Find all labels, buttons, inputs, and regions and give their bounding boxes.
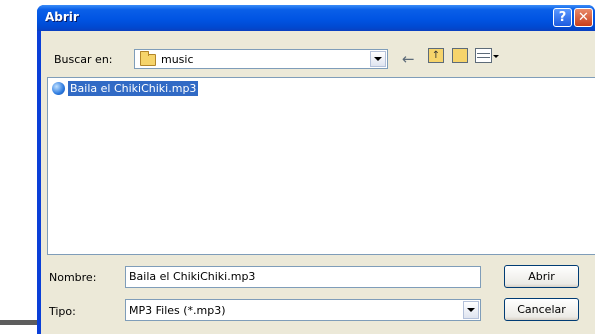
filetype-combo[interactable]: MP3 Files (*.mp3) [125,299,481,321]
help-icon: ? [558,10,567,25]
open-dialog: Abrir ? ✕ Buscar en: music ← ↑ Baila el … [37,5,595,334]
open-button[interactable]: Abrir [504,265,579,288]
dialog-body: Buscar en: music ← ↑ Baila el ChikiChiki… [41,31,595,334]
chevron-down-icon [374,57,382,61]
lookin-dropdown-button[interactable] [370,51,386,67]
filename-label: Nombre: [49,271,97,284]
new-folder-icon[interactable] [452,48,468,63]
lookin-combo[interactable]: music [134,49,388,69]
list-item[interactable]: Baila el ChikiChiki.mp3 [52,81,199,96]
filename-value: Baila el ChikiChiki.mp3 [129,270,256,283]
filetype-dropdown-button[interactable] [463,301,479,319]
open-button-label: Abrir [528,270,555,283]
window-title: Abrir [45,10,79,24]
view-menu-icon[interactable] [475,48,492,63]
back-arrow-icon[interactable]: ← [402,50,415,68]
lookin-value: music [161,53,194,66]
up-folder-icon[interactable]: ↑ [428,48,444,63]
filetype-value: MP3 Files (*.mp3) [129,304,226,317]
cancel-button[interactable]: Cancelar [504,298,579,321]
cancel-button-label: Cancelar [517,303,566,316]
background-line [0,320,42,325]
help-button[interactable]: ? [553,8,572,27]
mp3-audio-icon [52,82,65,95]
close-icon: ✕ [578,10,589,25]
file-name: Baila el ChikiChiki.mp3 [68,81,199,96]
title-bar[interactable]: Abrir ? ✕ [37,5,595,31]
close-button[interactable]: ✕ [574,8,593,27]
filename-input[interactable]: Baila el ChikiChiki.mp3 [125,266,481,288]
folder-icon [140,51,156,66]
lookin-label: Buscar en: [54,53,113,66]
filetype-label: Tipo: [49,305,76,318]
chevron-down-icon [467,308,475,312]
view-menu-chevron-icon[interactable] [493,55,499,58]
file-list[interactable]: Baila el ChikiChiki.mp3 [47,77,595,255]
